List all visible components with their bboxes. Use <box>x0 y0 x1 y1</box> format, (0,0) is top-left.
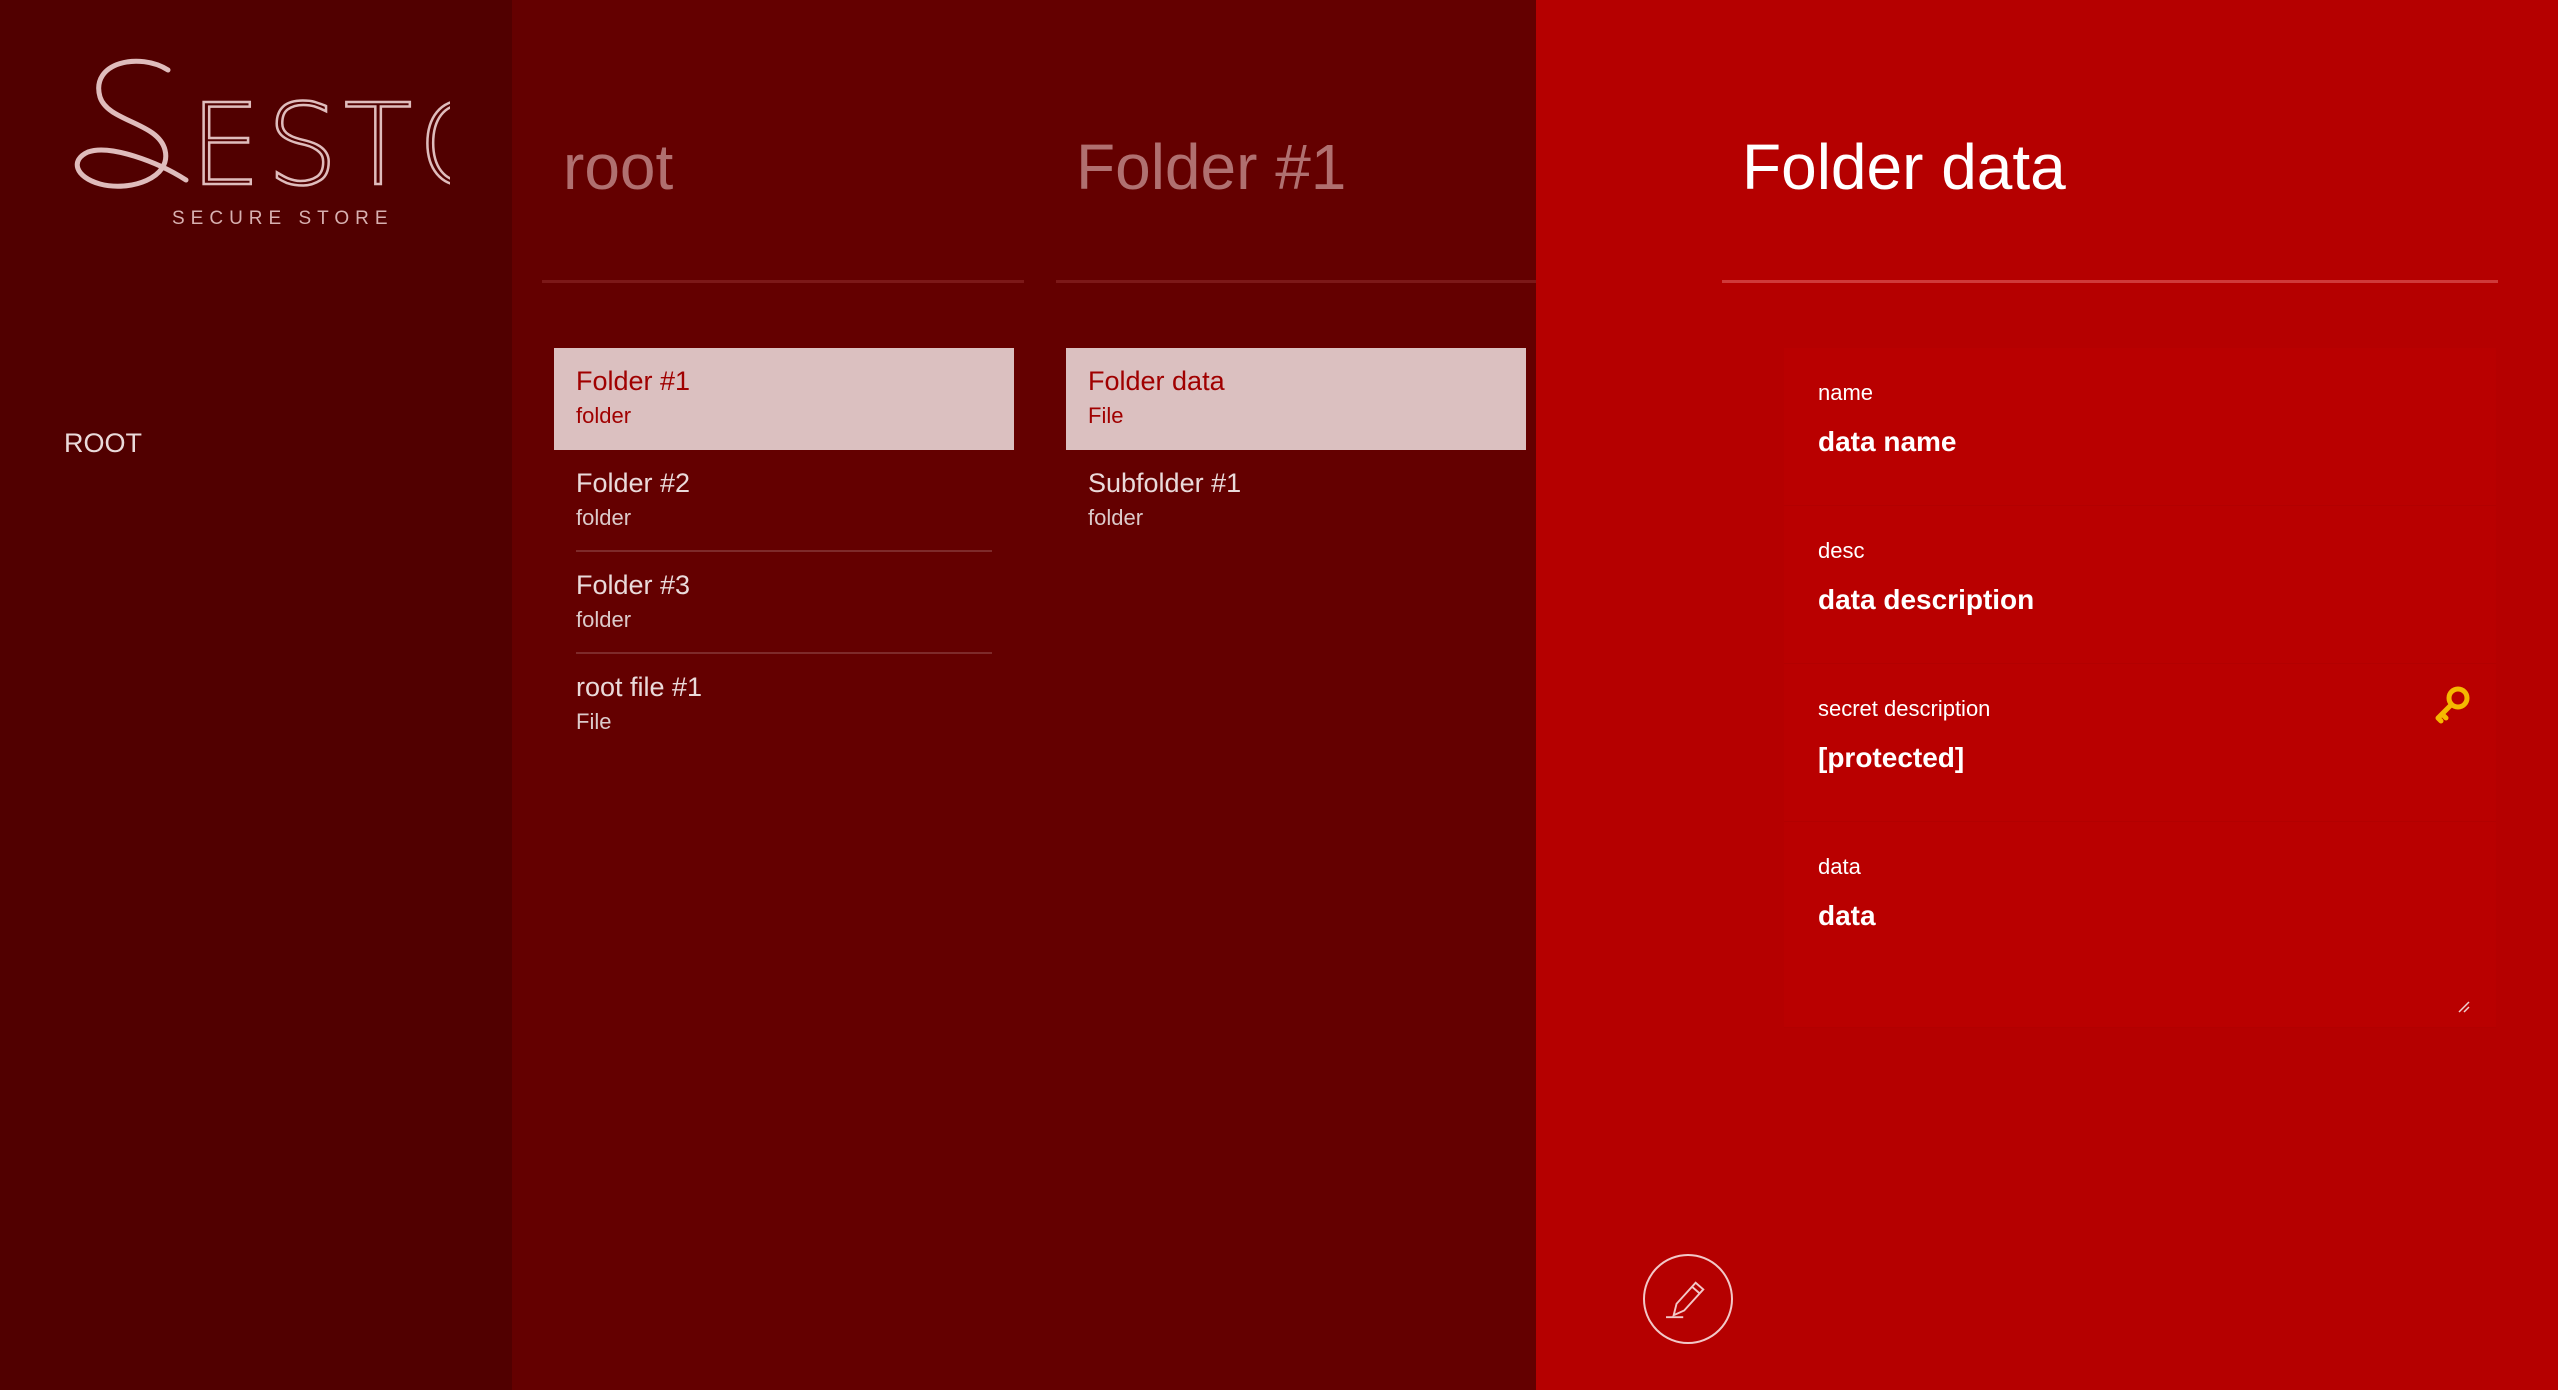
item-name: Folder data <box>1088 366 1225 396</box>
data-field[interactable]: data data <box>1784 822 2496 1028</box>
field-value[interactable]: data name <box>1818 426 2496 458</box>
item-type: folder <box>576 505 632 530</box>
column-title-folder-1: Folder #1 <box>1076 131 1347 203</box>
field-label: desc <box>1818 538 1865 563</box>
logo-tagline: SECURE STORE <box>172 208 394 229</box>
list-item-folder-2[interactable]: Folder #2 folder <box>554 450 1014 552</box>
field-label: data <box>1818 854 1861 879</box>
item-type: folder <box>576 607 632 632</box>
pencil-icon <box>1666 1281 1705 1319</box>
resize-grip-icon[interactable] <box>2454 997 2470 1013</box>
item-type: folder <box>576 403 632 428</box>
sidebar: ESTO SECURE STORE ROOT <box>0 0 512 1390</box>
field-value[interactable]: data description <box>1818 584 2496 616</box>
item-type: folder <box>1088 505 1144 530</box>
root-list: Folder #1 folder Folder #2 folder Folder… <box>554 348 1014 756</box>
detail-divider <box>1722 280 2498 283</box>
list-item-folder-data[interactable]: Folder data File <box>1066 348 1526 450</box>
field-label: secret description <box>1818 696 1991 721</box>
edit-button[interactable] <box>1643 1254 1733 1344</box>
sidebar-item-root[interactable]: ROOT <box>64 428 142 459</box>
folder-1-list: Folder data File Subfolder #1 folder <box>1066 348 1526 552</box>
field-value[interactable]: [protected] <box>1818 742 2496 774</box>
item-name: Folder #2 <box>576 468 691 498</box>
sesto-logo: ESTO <box>74 58 450 202</box>
secret-description-field[interactable]: secret description [protected] <box>1784 664 2496 822</box>
key-icon[interactable] <box>2432 684 2472 724</box>
item-type: File <box>1088 403 1124 428</box>
data-form: name data name desc data description sec… <box>1784 348 2496 1028</box>
field-value[interactable]: data <box>1818 900 2496 932</box>
column-divider <box>542 280 1024 283</box>
list-item-folder-1[interactable]: Folder #1 folder <box>554 348 1014 450</box>
list-item-root-file-1[interactable]: root file #1 File <box>554 654 1014 756</box>
desc-field[interactable]: desc data description <box>1784 506 2496 664</box>
svg-text:ESTO: ESTO <box>190 81 450 202</box>
item-name: Subfolder #1 <box>1088 468 1242 498</box>
field-label: name <box>1818 380 1874 405</box>
list-item-subfolder-1[interactable]: Subfolder #1 folder <box>1066 450 1526 552</box>
list-item-folder-3[interactable]: Folder #3 folder <box>554 552 1014 654</box>
column-divider <box>1056 280 1536 283</box>
detail-title: Folder data <box>1742 131 2066 203</box>
detail-panel: Folder data name data name desc data des… <box>1536 0 2558 1390</box>
item-type: File <box>576 709 612 734</box>
column-title-root: root <box>563 131 674 203</box>
item-name: Folder #1 <box>576 366 691 396</box>
name-field[interactable]: name data name <box>1784 348 2496 506</box>
item-name: root file #1 <box>576 672 703 702</box>
item-name: Folder #3 <box>576 570 691 600</box>
